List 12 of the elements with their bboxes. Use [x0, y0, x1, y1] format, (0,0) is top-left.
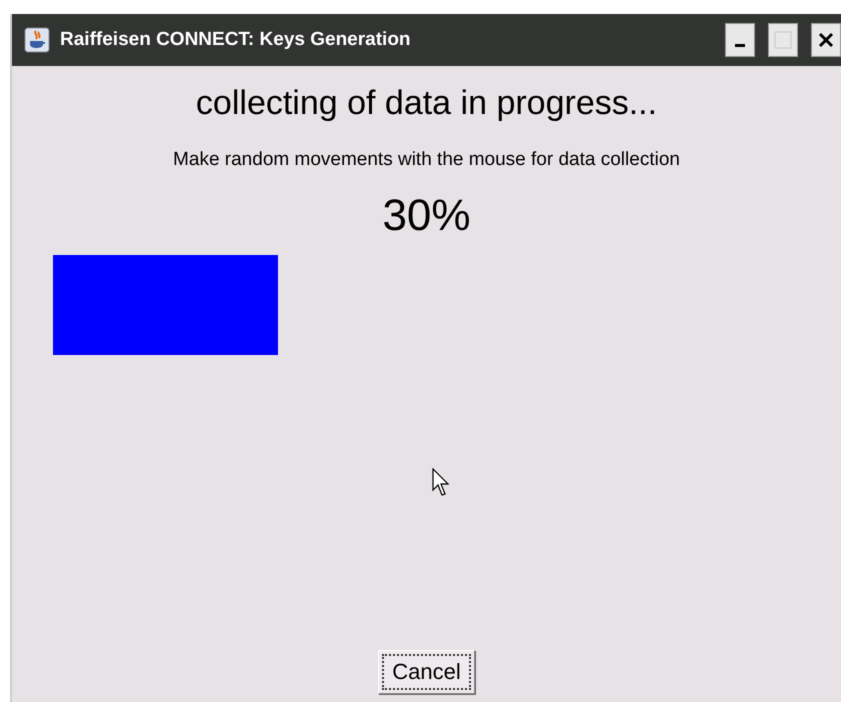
progress-percentage: 30% — [382, 191, 471, 241]
close-button[interactable] — [811, 23, 841, 57]
status-heading: collecting of data in progress... — [196, 84, 658, 123]
minimize-icon — [735, 44, 745, 46]
mouse-pointer-icon — [432, 468, 450, 498]
window-title: Raiffeisen CONNECT: Keys Generation — [60, 29, 412, 51]
cup-icon — [24, 27, 50, 53]
close-icon — [818, 32, 834, 48]
cancel-button[interactable]: Cancel — [378, 650, 475, 694]
instruction-text: Make random movements with the mouse for data collection — [173, 149, 680, 171]
minimize-button[interactable] — [725, 23, 755, 57]
maximize-icon — [774, 31, 792, 49]
